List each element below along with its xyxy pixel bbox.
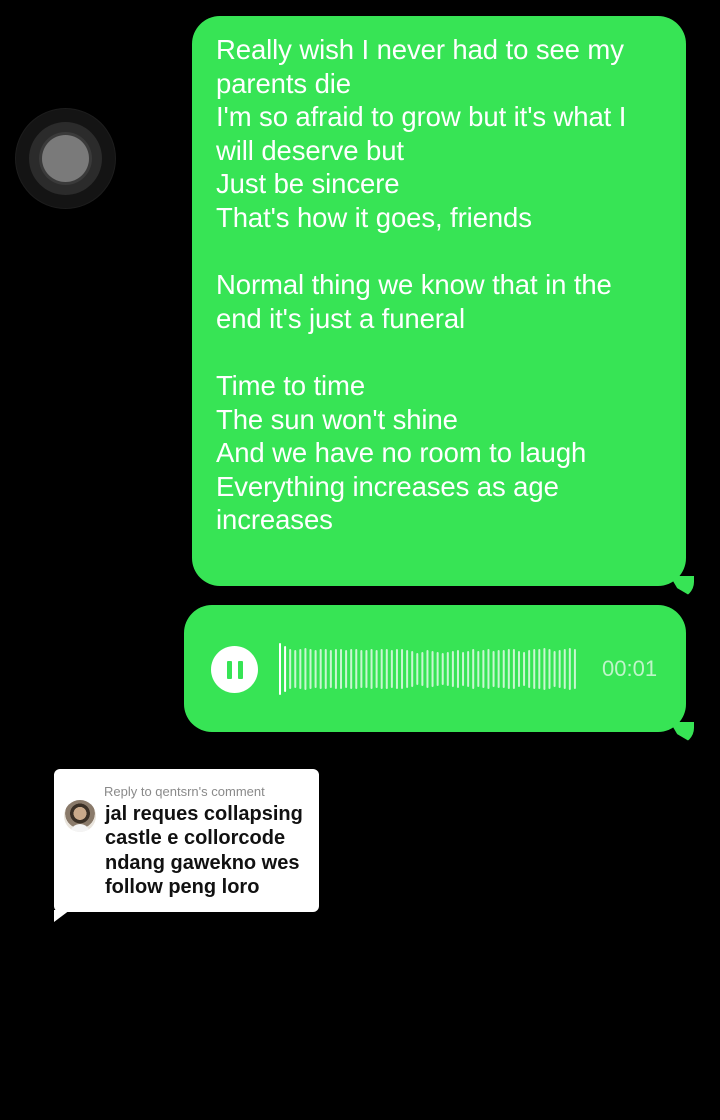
waveform-bar: [421, 652, 424, 686]
assistive-touch-icon: [42, 135, 89, 182]
waveform-bar: [304, 648, 307, 690]
waveform-bar: [319, 649, 322, 689]
waveform-bar: [482, 650, 485, 688]
waveform-bar: [553, 651, 556, 687]
reply-comment-card[interactable]: Reply to qentsrn's comment jal reques co…: [54, 769, 319, 922]
waveform-bar: [411, 651, 414, 687]
waveform-bar: [487, 649, 490, 689]
waveform-bar: [365, 650, 368, 688]
waveform-bar: [299, 649, 302, 689]
bubble-tail: [670, 722, 694, 744]
waveform-bar: [279, 643, 281, 695]
waveform-bar: [467, 651, 470, 687]
assistive-touch-button[interactable]: [16, 109, 115, 208]
waveform-bar: [340, 649, 343, 689]
waveform-bar: [314, 650, 317, 688]
voice-message-bubble[interactable]: 00:01: [184, 605, 694, 744]
waveform-bar: [401, 649, 404, 689]
waveform-bar: [533, 649, 536, 689]
waveform-bar: [456, 650, 459, 688]
waveform-bar: [543, 648, 546, 690]
pause-button[interactable]: [211, 646, 258, 693]
waveform-bar: [538, 649, 541, 689]
waveform-bar: [446, 652, 449, 686]
waveform-bar: [431, 651, 434, 687]
avatar: [64, 800, 96, 832]
waveform-bar: [436, 652, 439, 686]
waveform-bar: [523, 652, 526, 686]
message-text: Really wish I never had to see my parent…: [216, 34, 627, 536]
waveform-bar: [563, 649, 566, 689]
waveform-bar: [385, 649, 388, 689]
pause-icon: [226, 660, 243, 679]
waveform-bar: [548, 649, 551, 689]
waveform-bar: [451, 651, 454, 687]
waveform-bar: [492, 651, 495, 687]
waveform-bar: [370, 649, 373, 689]
waveform-bar: [334, 649, 337, 689]
waveform-bar: [558, 650, 561, 688]
waveform-bar: [406, 650, 409, 688]
waveform-bar: [345, 650, 348, 688]
waveform-bar: [324, 649, 327, 689]
reply-header: Reply to qentsrn's comment: [104, 784, 265, 799]
waveform-bar: [528, 650, 531, 688]
reply-comment-text: jal reques collapsing castle e collorcod…: [105, 803, 303, 898]
waveform-bar: [568, 648, 571, 690]
waveform-bar: [350, 649, 353, 689]
text-message-bubble[interactable]: Really wish I never had to see my parent…: [192, 16, 694, 598]
audio-waveform[interactable]: [279, 640, 579, 698]
waveform-bar: [309, 649, 312, 689]
waveform-bar: [512, 649, 515, 689]
waveform-bar: [502, 650, 505, 688]
waveform-bar: [294, 650, 297, 688]
waveform-bar: [517, 651, 520, 687]
waveform-bar: [284, 646, 287, 692]
waveform-bar: [390, 650, 393, 688]
waveform-bar: [472, 649, 475, 689]
waveform-bar: [289, 649, 292, 689]
waveform-bar: [416, 653, 419, 685]
voice-duration: 00:01: [602, 656, 658, 681]
card-tail: [54, 910, 70, 922]
waveform-bar: [329, 650, 332, 688]
waveform-bar: [395, 649, 398, 689]
waveform-bar: [462, 652, 465, 686]
waveform-bar: [375, 650, 378, 688]
waveform-bar: [355, 649, 358, 689]
waveform-bar: [426, 650, 429, 688]
bubble-tail: [670, 576, 694, 598]
waveform-bar: [573, 649, 576, 689]
waveform-bar: [507, 649, 510, 689]
waveform-bar: [497, 650, 500, 688]
waveform-bar: [380, 649, 383, 689]
waveform-bar: [360, 650, 363, 688]
waveform-bar: [441, 653, 444, 685]
waveform-bar: [477, 651, 480, 687]
